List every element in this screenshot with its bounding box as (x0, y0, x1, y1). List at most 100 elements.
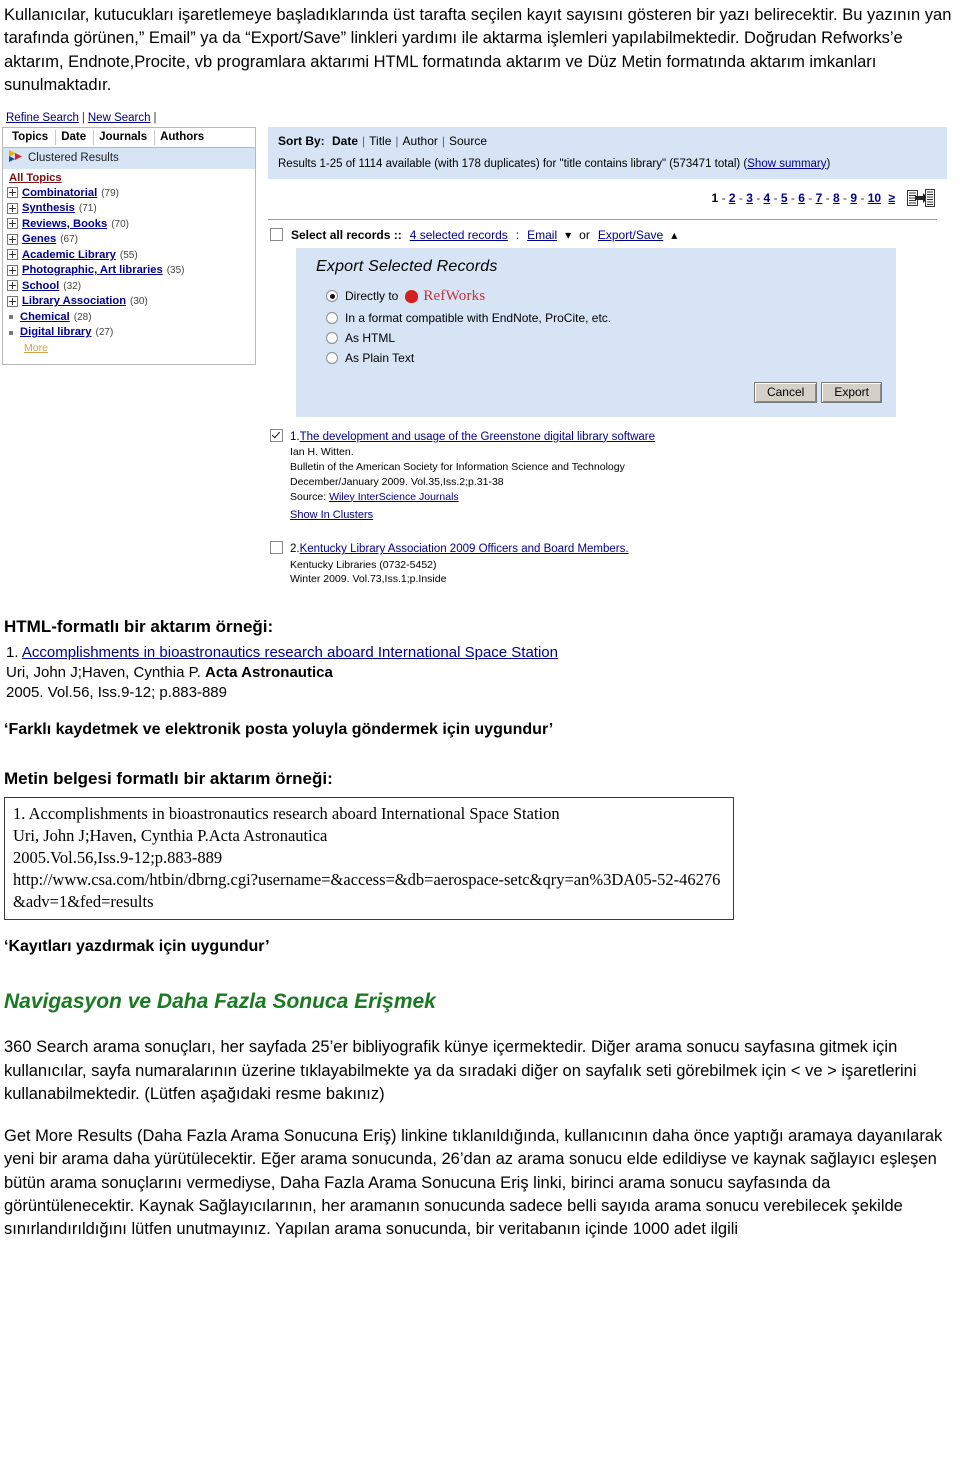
export-save-link[interactable]: Export/Save (598, 228, 663, 242)
page-8[interactable]: 8 (833, 191, 840, 205)
facet-count: (70) (111, 218, 129, 230)
navigation-paragraph-2: Get More Results (Daha Fazla Arama Sonuc… (4, 1126, 943, 1239)
radio-endnote[interactable] (326, 311, 338, 324)
export-option-html[interactable]: As HTML (310, 328, 882, 348)
text-example-line-1: 1. Accomplishments in bioastronautics re… (13, 803, 560, 823)
cancel-button[interactable]: Cancel (753, 381, 818, 403)
page-3[interactable]: 3 (746, 191, 753, 205)
html-example-title: Accomplishments in bioastronautics resea… (21, 644, 558, 662)
radio-html[interactable] (326, 331, 338, 344)
export-option-refworks[interactable]: Directly to RefWorks (310, 285, 882, 308)
sort-option-source[interactable]: Source (445, 134, 491, 148)
page-dash: - (822, 190, 833, 205)
clustered-results-bar[interactable]: Clustered Results (3, 147, 255, 169)
results-summary-text: Results 1-25 of 1114 available (with 178… (278, 157, 748, 170)
document-page: Kullanıcılar, kutucukları işaretlemeye b… (0, 4, 960, 1242)
screenshot-body: Topics Date Journals Authors Clustered R… (2, 126, 947, 588)
radio-refworks[interactable] (326, 290, 338, 303)
expand-plus-icon[interactable] (7, 295, 18, 307)
html-example-number: 1. (6, 644, 19, 662)
facet-label[interactable]: Photographic, Art libraries (22, 263, 163, 277)
sort-by-label: Sort By: (278, 133, 325, 148)
sort-option-title[interactable]: Title (365, 134, 395, 148)
new-search-link[interactable]: New Search (88, 112, 151, 124)
facet-item-library-association[interactable]: Library Association (30) (7, 293, 251, 309)
record-checkbox[interactable] (270, 428, 283, 442)
text-example-heading: Metin belgesi formatlı bir aktarım örneğ… (4, 768, 333, 788)
page-2[interactable]: 2 (729, 191, 736, 205)
select-all-checkbox[interactable] (270, 228, 283, 242)
sort-bar: Sort By: Date | Title | Author | Source (268, 126, 947, 151)
text-example-line-3: 2005.Vol.56,Iss.9-12;p.883-889 (13, 847, 223, 867)
export-option-endnote[interactable]: In a format compatible with EndNote, Pro… (310, 308, 882, 328)
facet-item-reviews-books[interactable]: Reviews, Books (70) (7, 216, 251, 232)
html-example-quote: ‘Farklı kaydetmek ve elektronik posta yo… (4, 720, 554, 738)
sort-option-date[interactable]: Date (328, 134, 362, 148)
show-in-clusters-link[interactable]: Show In Clusters (290, 508, 373, 524)
record-citation: Winter 2009. Vol.73,Iss.1;p.Inside (290, 573, 447, 586)
expand-plus-icon[interactable] (7, 202, 18, 214)
record-title-link[interactable]: Kentucky Library Association 2009 Office… (300, 543, 629, 555)
link-separator-2: | (153, 111, 157, 124)
facet-item-genes[interactable]: Genes (67) (7, 231, 251, 247)
facet-item-photographic-art-libraries[interactable]: Photographic, Art libraries (35) (7, 262, 251, 278)
selected-records-link[interactable]: 4 selected records (410, 228, 508, 242)
facet-label[interactable]: School (22, 279, 59, 293)
facet-label[interactable]: Synthesis (22, 201, 75, 215)
facet-count: (30) (130, 296, 148, 308)
facet-item-combinatorial[interactable]: Combinatorial (79) (7, 185, 251, 201)
facet-item-chemical[interactable]: Chemical (28) (7, 309, 251, 325)
page-6[interactable]: 6 (798, 191, 805, 205)
facet-all-topics[interactable]: All Topics (7, 171, 251, 185)
page-10[interactable]: 10 (868, 191, 881, 205)
facet-item-academic-library[interactable]: Academic Library (55) (7, 247, 251, 263)
refine-search-link[interactable]: Refine Search (6, 112, 79, 124)
get-more-results-icon[interactable] (907, 187, 935, 212)
expand-plus-icon[interactable] (7, 187, 18, 199)
export-option-label: In a format compatible with EndNote, Pro… (345, 310, 612, 325)
expand-plus-icon[interactable] (7, 233, 18, 245)
tab-date[interactable]: Date (56, 129, 95, 145)
export-button[interactable]: Export (821, 381, 882, 403)
facet-label[interactable]: Genes (22, 232, 56, 246)
next-pages-link[interactable]: ≥ (884, 191, 895, 205)
page-dash: - (735, 190, 747, 205)
expand-plus-icon[interactable] (7, 280, 18, 292)
record-body: 1.The development and usage of the Green… (290, 429, 655, 524)
expand-plus-icon[interactable] (7, 249, 18, 261)
facet-label[interactable]: Reviews, Books (22, 217, 107, 231)
email-link[interactable]: Email (527, 228, 557, 242)
facet-label[interactable]: Digital library (20, 325, 92, 339)
facet-label[interactable]: Academic Library (22, 248, 116, 262)
tab-journals[interactable]: Journals (94, 129, 156, 145)
radio-plain-text[interactable] (326, 351, 338, 364)
facet-more-link[interactable]: More (24, 340, 48, 354)
expand-plus-icon[interactable] (7, 218, 18, 230)
export-caret-up-icon[interactable]: ▴ (671, 228, 677, 242)
record-title-line: 2.Kentucky Library Association 2009 Offi… (290, 541, 629, 557)
email-caret-icon[interactable]: ▾ (565, 228, 571, 242)
export-option-plain-text[interactable]: As Plain Text (310, 348, 882, 368)
page-5[interactable]: 5 (781, 191, 788, 205)
facet-item-school[interactable]: School (32) (7, 278, 251, 294)
expand-plus-icon[interactable] (7, 264, 18, 276)
record-source-link[interactable]: Wiley InterScience Journals (329, 491, 459, 503)
tab-authors[interactable]: Authors (155, 130, 211, 145)
facet-label[interactable]: Combinatorial (22, 186, 97, 200)
export-option-label: As Plain Text (345, 350, 415, 365)
intro-paragraph: Kullanıcılar, kutucukları işaretlemeye b… (4, 6, 952, 95)
facet-item-synthesis[interactable]: Synthesis (71) (7, 200, 251, 216)
link-separator-1: | (81, 111, 85, 124)
facet-label[interactable]: Chemical (20, 310, 70, 324)
record-title-link[interactable]: The development and usage of the Greenst… (300, 431, 655, 443)
results-column: Sort By: Date | Title | Author | Source Result… (268, 126, 947, 588)
facet-item-digital-library[interactable]: Digital library (27) (7, 324, 251, 340)
page-dash: - (804, 190, 816, 205)
sort-option-author[interactable]: Author (399, 134, 442, 148)
top-links-bar: Refine Search | New Search | (2, 112, 947, 127)
facet-label[interactable]: Library Association (22, 294, 126, 308)
page-dash: - (770, 190, 781, 205)
tab-topics[interactable]: Topics (7, 129, 57, 145)
show-summary-link[interactable]: Show summary (747, 158, 826, 170)
record-checkbox[interactable] (270, 541, 283, 555)
